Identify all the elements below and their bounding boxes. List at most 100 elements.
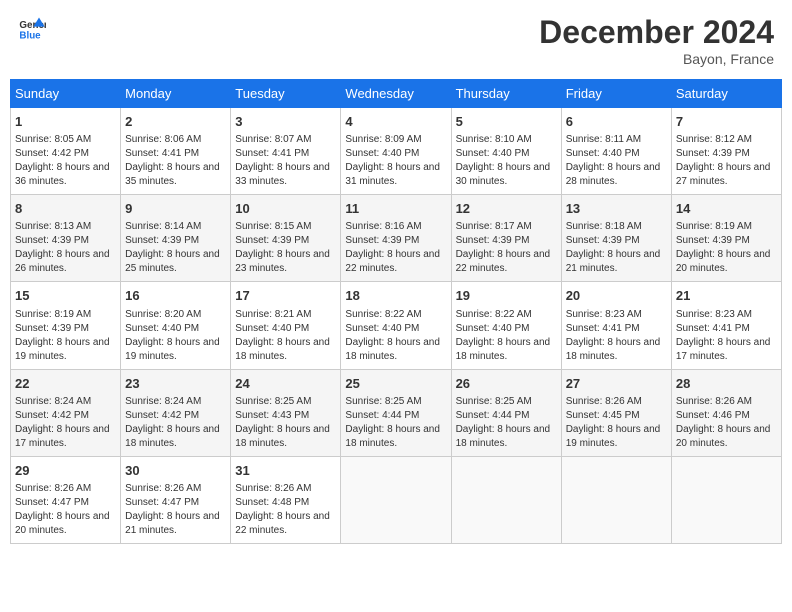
calendar-week-5: 29 Sunrise: 8:26 AMSunset: 4:47 PMDayligh… bbox=[11, 456, 782, 543]
calendar-cell: 17 Sunrise: 8:21 AMSunset: 4:40 PMDayligh… bbox=[231, 282, 341, 369]
column-header-sunday: Sunday bbox=[11, 80, 121, 108]
day-number: 17 bbox=[235, 287, 336, 305]
header: General Blue December 2024 Bayon, France bbox=[10, 10, 782, 71]
calendar-cell: 22 Sunrise: 8:24 AMSunset: 4:42 PMDayligh… bbox=[11, 369, 121, 456]
calendar-cell: 3Sunrise: 8:07 AMSunset: 4:41 PMDaylight… bbox=[231, 108, 341, 195]
calendar-cell: 24 Sunrise: 8:25 AMSunset: 4:43 PMDayligh… bbox=[231, 369, 341, 456]
day-number: 22 bbox=[15, 375, 116, 393]
column-header-tuesday: Tuesday bbox=[231, 80, 341, 108]
calendar-cell: 1 Sunrise: 8:05 AMSunset: 4:42 PMDaylight… bbox=[11, 108, 121, 195]
day-number: 20 bbox=[566, 287, 667, 305]
calendar-cell: 4 Sunrise: 8:09 AMSunset: 4:40 PMDaylight… bbox=[341, 108, 451, 195]
day-info: Sunrise: 8:13 AMSunset: 4:39 PMDaylight:… bbox=[15, 220, 116, 276]
day-info: Sunrise: 8:16 AMSunset: 4:39 PMDaylight:… bbox=[345, 220, 446, 276]
calendar-cell: 19 Sunrise: 8:22 AMSunset: 4:40 PMDayligh… bbox=[451, 282, 561, 369]
day-info: Sunrise: 8:26 AMSunset: 4:45 PMDaylight:… bbox=[566, 395, 667, 451]
day-number: 28 bbox=[676, 375, 777, 393]
column-header-friday: Friday bbox=[561, 80, 671, 108]
calendar-week-1: 1 Sunrise: 8:05 AMSunset: 4:42 PMDaylight… bbox=[11, 108, 782, 195]
day-number: 27 bbox=[566, 375, 667, 393]
day-number: 29 bbox=[15, 462, 116, 480]
day-info: Sunrise: 8:12 AMSunset: 4:39 PMDaylight:… bbox=[676, 133, 777, 189]
calendar-cell: 28 Sunrise: 8:26 AMSunset: 4:46 PMDayligh… bbox=[671, 369, 781, 456]
calendar-cell: 5Sunrise: 8:10 AMSunset: 4:40 PMDaylight… bbox=[451, 108, 561, 195]
calendar-cell: 15Sunrise: 8:19 AMSunset: 4:39 PMDayligh… bbox=[11, 282, 121, 369]
day-info: Sunrise: 8:23 AMSunset: 4:41 PMDaylight:… bbox=[566, 308, 667, 364]
calendar-cell: 26Sunrise: 8:25 AMSunset: 4:44 PMDayligh… bbox=[451, 369, 561, 456]
day-number: 8 bbox=[15, 200, 116, 218]
day-info: Sunrise: 8:11 AMSunset: 4:40 PMDaylight:… bbox=[566, 133, 667, 189]
day-number: 15 bbox=[15, 287, 116, 305]
calendar-table: SundayMondayTuesdayWednesdayThursdayFrid… bbox=[10, 79, 782, 544]
calendar-cell: 18Sunrise: 8:22 AMSunset: 4:40 PMDayligh… bbox=[341, 282, 451, 369]
day-number: 24 bbox=[235, 375, 336, 393]
day-number: 31 bbox=[235, 462, 336, 480]
calendar-cell: 14Sunrise: 8:19 AMSunset: 4:39 PMDayligh… bbox=[671, 195, 781, 282]
column-header-thursday: Thursday bbox=[451, 80, 561, 108]
calendar-week-2: 8 Sunrise: 8:13 AMSunset: 4:39 PMDaylight… bbox=[11, 195, 782, 282]
day-info: Sunrise: 8:22 AMSunset: 4:40 PMDaylight:… bbox=[456, 308, 557, 364]
calendar-cell: 25Sunrise: 8:25 AMSunset: 4:44 PMDayligh… bbox=[341, 369, 451, 456]
day-number: 9 bbox=[125, 200, 226, 218]
logo-icon: General Blue bbox=[18, 14, 46, 42]
calendar-cell: 7 Sunrise: 8:12 AMSunset: 4:39 PMDaylight… bbox=[671, 108, 781, 195]
day-number: 6 bbox=[566, 113, 667, 131]
day-number: 21 bbox=[676, 287, 777, 305]
location: Bayon, France bbox=[539, 51, 774, 67]
calendar-cell: 13Sunrise: 8:18 AMSunset: 4:39 PMDayligh… bbox=[561, 195, 671, 282]
day-info: Sunrise: 8:15 AMSunset: 4:39 PMDaylight:… bbox=[235, 220, 336, 276]
calendar-cell: 31 Sunrise: 8:26 AMSunset: 4:48 PMDayligh… bbox=[231, 456, 341, 543]
day-info: Sunrise: 8:14 AMSunset: 4:39 PMDaylight:… bbox=[125, 220, 226, 276]
calendar-cell: 9 Sunrise: 8:14 AMSunset: 4:39 PMDaylight… bbox=[121, 195, 231, 282]
calendar-cell: 21 Sunrise: 8:23 AMSunset: 4:41 PMDayligh… bbox=[671, 282, 781, 369]
calendar-cell: 29 Sunrise: 8:26 AMSunset: 4:47 PMDayligh… bbox=[11, 456, 121, 543]
calendar-cell bbox=[341, 456, 451, 543]
column-header-wednesday: Wednesday bbox=[341, 80, 451, 108]
calendar-cell: 10 Sunrise: 8:15 AMSunset: 4:39 PMDayligh… bbox=[231, 195, 341, 282]
day-number: 1 bbox=[15, 113, 116, 131]
day-info: Sunrise: 8:18 AMSunset: 4:39 PMDaylight:… bbox=[566, 220, 667, 276]
calendar-cell: 20 Sunrise: 8:23 AMSunset: 4:41 PMDayligh… bbox=[561, 282, 671, 369]
day-info: Sunrise: 8:20 AMSunset: 4:40 PMDaylight:… bbox=[125, 308, 226, 364]
month-title: December 2024 bbox=[539, 14, 774, 51]
day-number: 4 bbox=[345, 113, 446, 131]
column-header-saturday: Saturday bbox=[671, 80, 781, 108]
day-info: Sunrise: 8:21 AMSunset: 4:40 PMDaylight:… bbox=[235, 308, 336, 364]
day-info: Sunrise: 8:23 AMSunset: 4:41 PMDaylight:… bbox=[676, 308, 777, 364]
day-info: Sunrise: 8:24 AMSunset: 4:42 PMDaylight:… bbox=[125, 395, 226, 451]
day-number: 7 bbox=[676, 113, 777, 131]
day-number: 14 bbox=[676, 200, 777, 218]
day-number: 10 bbox=[235, 200, 336, 218]
day-info: Sunrise: 8:25 AMSunset: 4:44 PMDaylight:… bbox=[456, 395, 557, 451]
calendar-cell: 27 Sunrise: 8:26 AMSunset: 4:45 PMDayligh… bbox=[561, 369, 671, 456]
day-info: Sunrise: 8:26 AMSunset: 4:47 PMDaylight:… bbox=[125, 482, 226, 538]
calendar-week-3: 15Sunrise: 8:19 AMSunset: 4:39 PMDayligh… bbox=[11, 282, 782, 369]
calendar-cell bbox=[671, 456, 781, 543]
day-info: Sunrise: 8:26 AMSunset: 4:47 PMDaylight:… bbox=[15, 482, 116, 538]
calendar-cell: 8 Sunrise: 8:13 AMSunset: 4:39 PMDaylight… bbox=[11, 195, 121, 282]
svg-text:Blue: Blue bbox=[19, 31, 41, 42]
day-info: Sunrise: 8:25 AMSunset: 4:43 PMDaylight:… bbox=[235, 395, 336, 451]
calendar-cell: 30Sunrise: 8:26 AMSunset: 4:47 PMDayligh… bbox=[121, 456, 231, 543]
day-info: Sunrise: 8:25 AMSunset: 4:44 PMDaylight:… bbox=[345, 395, 446, 451]
day-info: Sunrise: 8:06 AMSunset: 4:41 PMDaylight:… bbox=[125, 133, 226, 189]
day-info: Sunrise: 8:22 AMSunset: 4:40 PMDaylight:… bbox=[345, 308, 446, 364]
calendar-cell: 12 Sunrise: 8:17 AMSunset: 4:39 PMDayligh… bbox=[451, 195, 561, 282]
day-number: 19 bbox=[456, 287, 557, 305]
calendar-cell: 23Sunrise: 8:24 AMSunset: 4:42 PMDayligh… bbox=[121, 369, 231, 456]
day-info: Sunrise: 8:17 AMSunset: 4:39 PMDaylight:… bbox=[456, 220, 557, 276]
day-info: Sunrise: 8:07 AMSunset: 4:41 PMDaylight:… bbox=[235, 133, 336, 189]
day-info: Sunrise: 8:26 AMSunset: 4:48 PMDaylight:… bbox=[235, 482, 336, 538]
day-info: Sunrise: 8:05 AMSunset: 4:42 PMDaylight:… bbox=[15, 133, 116, 189]
calendar-header-row: SundayMondayTuesdayWednesdayThursdayFrid… bbox=[11, 80, 782, 108]
day-number: 2 bbox=[125, 113, 226, 131]
calendar-cell: 11 Sunrise: 8:16 AMSunset: 4:39 PMDayligh… bbox=[341, 195, 451, 282]
calendar-cell: 6 Sunrise: 8:11 AMSunset: 4:40 PMDaylight… bbox=[561, 108, 671, 195]
day-info: Sunrise: 8:26 AMSunset: 4:46 PMDaylight:… bbox=[676, 395, 777, 451]
day-info: Sunrise: 8:10 AMSunset: 4:40 PMDaylight:… bbox=[456, 133, 557, 189]
day-info: Sunrise: 8:09 AMSunset: 4:40 PMDaylight:… bbox=[345, 133, 446, 189]
calendar-cell: 2 Sunrise: 8:06 AMSunset: 4:41 PMDaylight… bbox=[121, 108, 231, 195]
day-info: Sunrise: 8:24 AMSunset: 4:42 PMDaylight:… bbox=[15, 395, 116, 451]
day-number: 12 bbox=[456, 200, 557, 218]
day-number: 11 bbox=[345, 200, 446, 218]
